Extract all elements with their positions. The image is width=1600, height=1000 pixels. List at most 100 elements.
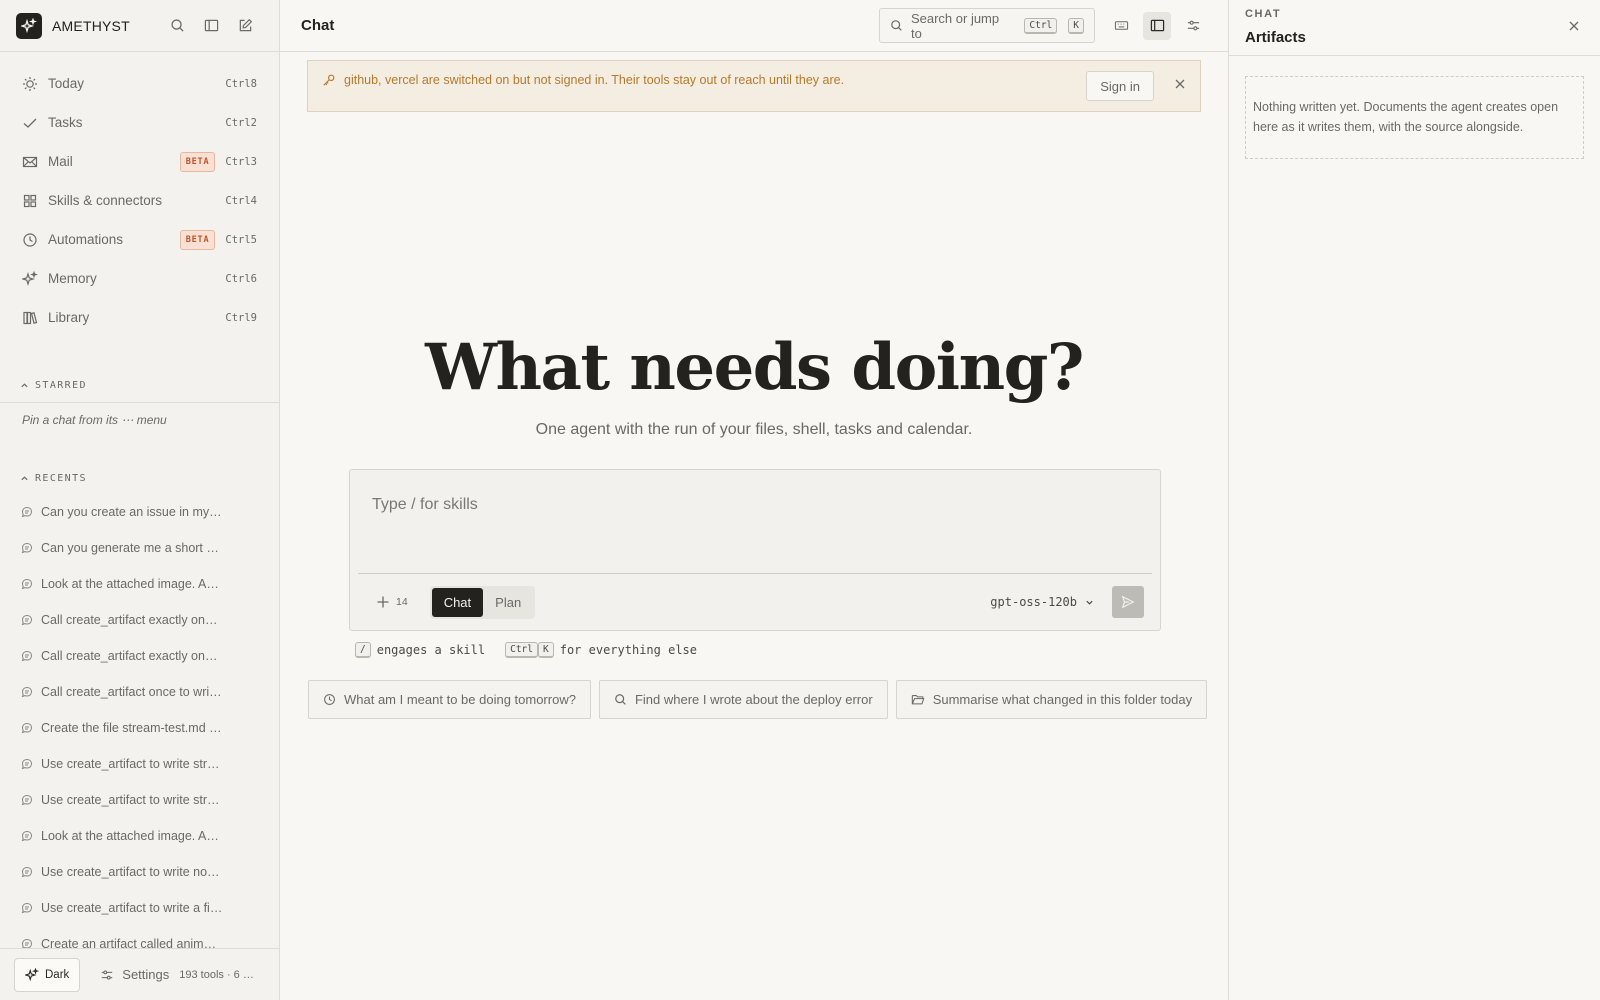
chevron-up-icon [21,476,28,481]
recent-chat-title: Use create_artifact to write str… [41,757,220,771]
close-icon[interactable] [1174,78,1186,90]
check-icon [23,118,37,128]
recent-chat-item[interactable]: Use create_artifact to write str… [0,746,279,782]
new-chat-icon[interactable] [235,16,255,36]
auth-warning-banner: github, vercel are switched on but not s… [307,60,1201,112]
sliders-icon[interactable] [1179,12,1207,40]
recent-chat-title: Use create_artifact to write str… [41,793,220,807]
sidebar-footer: Dark Settings 193 tools · 6 … [0,948,279,1000]
chat-bubble-icon [21,650,33,662]
hero-subtitle: One agent with the run of your files, sh… [535,421,973,438]
chat-bubble-icon [21,830,33,842]
sidebar: AMETHYST Today Ctrl8 Tasks Ctrl2 Mail BE… [0,0,280,1000]
panel-kicker: CHAT [1245,8,1282,20]
chevron-down-icon [1086,600,1093,605]
recent-chat-title: Use create_artifact to write a fi… [41,901,223,915]
prompt-input[interactable]: Type / for skills [358,470,1152,574]
search-input[interactable]: Search or jump to Ctrl K [879,8,1095,43]
sign-in-button[interactable]: Sign in [1086,71,1154,101]
recent-chat-title: Can you create an issue in my… [41,505,222,519]
recent-chat-title: Create the file stream-test.md … [41,721,222,735]
suggestion-chip-tomorrow[interactable]: What am I meant to be doing tomorrow? [308,680,591,719]
recents-toggle[interactable]: RECENTS [0,473,279,484]
composer-toolbar: 14 Chat Plan gpt-oss-120b [350,574,1160,630]
clock-icon [324,694,335,705]
recent-chat-title: Call create_artifact exactly on… [41,613,218,627]
recent-chat-title: Look at the attached image. A… [41,829,219,843]
send-button[interactable] [1112,586,1144,618]
tools-count: 193 tools · 6 … [179,968,254,981]
recent-chat-item[interactable]: Look at the attached image. A… [0,818,279,854]
recent-chat-title: Look at the attached image. A… [41,577,219,591]
nav-item-memory[interactable]: Memory Ctrl6 [0,259,279,298]
mode-chat[interactable]: Chat [431,587,484,617]
chat-bubble-icon [21,794,33,806]
suggestion-chip-deploy-error[interactable]: Find where I wrote about the deploy erro… [598,680,888,719]
recent-chat-item[interactable]: Call create_artifact once to wri… [0,674,279,710]
kbd-ctrl: Ctrl [505,642,538,658]
recent-chat-item[interactable]: Look at the attached image. A… [0,566,279,602]
recent-chat-title: Call create_artifact once to wri… [41,685,222,699]
suggestion-chip-folder-summary[interactable]: Summarise what changed in this folder to… [895,680,1208,719]
nav-item-skills[interactable]: Skills & connectors Ctrl4 [0,181,279,220]
search-icon [891,20,902,31]
nav-item-library[interactable]: Library Ctrl9 [0,298,279,337]
hero-title: What needs doing? [425,330,1084,405]
attach-count: 14 [396,596,408,608]
recents-section: RECENTS Can you create an issue in my… Ca… [0,473,279,962]
recent-chat-title: Use create_artifact to write no… [41,865,220,879]
panel-title: Artifacts [1245,29,1306,46]
kbd-k: K [1068,17,1084,34]
plus-icon [377,596,389,608]
sun-icon [23,76,37,91]
close-icon[interactable] [1568,20,1580,32]
dark-mode-button[interactable]: Dark [14,957,81,992]
kbd-slash: / [355,642,371,658]
sparkle-logo-icon[interactable] [16,12,42,39]
nav-item-today[interactable]: Today Ctrl8 [0,64,279,103]
recent-chat-item[interactable]: Call create_artifact exactly on… [0,638,279,674]
mode-plan[interactable]: Plan [483,588,533,617]
attach-button[interactable]: 14 [376,595,408,609]
sidebar-toggle-icon[interactable] [201,16,221,36]
recent-chat-item[interactable]: Call create_artifact exactly on… [0,602,279,638]
beta-badge: BETA [179,151,216,172]
chat-bubble-icon [21,686,33,698]
keyboard-hint: / engages a skill Ctrl K for everything … [355,642,697,658]
recent-chat-title: Call create_artifact exactly on… [41,649,218,663]
main-area: Chat Search or jump to Ctrl K github, ve… [280,0,1228,1000]
recent-chat-item[interactable]: Can you create an issue in my… [0,494,279,530]
chat-bubble-icon [21,722,33,734]
starred-empty-hint: Pin a chat from its ⋯ menu [22,413,167,427]
composer: Type / for skills 14 Chat Plan gpt-oss-1… [349,469,1161,631]
panel-toggle-icon[interactable] [1143,11,1171,40]
chat-bubble-icon [21,542,33,554]
starred-toggle[interactable]: STARRED [0,380,279,391]
sparkle-icon [25,967,39,981]
kbd-k: K [538,642,554,658]
search-icon[interactable] [167,16,187,36]
mail-icon [22,156,38,167]
sparkle-icon [22,270,38,286]
recent-chat-title: Can you generate me a short … [41,541,219,555]
chat-bubble-icon [21,614,33,626]
nav-item-mail[interactable]: Mail BETA Ctrl3 [0,142,279,181]
starred-section: STARRED Pin a chat from its ⋯ menu [0,380,279,427]
recent-chat-item[interactable]: Create the file stream-test.md … [0,710,279,746]
grid-icon [23,194,37,207]
recent-chat-item[interactable]: Use create_artifact to write str… [0,782,279,818]
recent-chat-item[interactable]: Use create_artifact to write a fi… [0,890,279,926]
topbar: Chat Search or jump to Ctrl K [280,0,1228,52]
recent-chat-item[interactable]: Can you generate me a short … [0,530,279,566]
nav-item-automations[interactable]: Automations BETA Ctrl5 [0,220,279,259]
nav-item-tasks[interactable]: Tasks Ctrl2 [0,103,279,142]
recent-chat-item[interactable]: Use create_artifact to write no… [0,854,279,890]
sliders-icon [102,969,113,980]
chat-bubble-icon [21,506,33,518]
clock-icon [23,232,37,247]
model-select[interactable]: gpt-oss-120b [990,595,1094,609]
keyboard-icon[interactable] [1107,12,1135,40]
settings-button[interactable]: Settings 193 tools · 6 … [100,967,254,982]
artifacts-panel: CHAT Artifacts Nothing written yet. Docu… [1228,0,1600,1000]
chat-bubble-icon [21,866,33,878]
